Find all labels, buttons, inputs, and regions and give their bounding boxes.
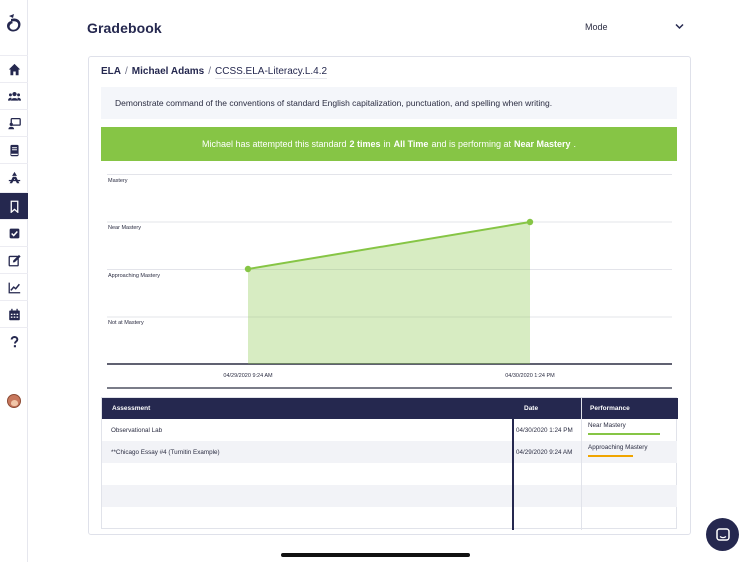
assessment-date: 04/30/2020 1:24 PM [516,427,573,434]
chat-icon [715,527,730,541]
sidebar-item-standards[interactable] [0,192,28,219]
table-row[interactable]: **Chicago Essay #4 (Turnitin Example) 04/… [102,441,677,463]
page-title: Gradebook [87,20,162,36]
banner-attempts: 2 times [349,139,381,149]
data-point[interactable] [526,218,534,226]
sidebar-item-design[interactable] [0,163,28,190]
y-axis-label: Not at Mastery [108,320,144,326]
performance-bar [588,433,660,435]
assessment-date: 04/29/2020 9:24 AM [516,449,573,456]
table-row [102,463,677,485]
sidebar-item-classes[interactable] [0,109,28,136]
sidebar-item-students[interactable] [0,82,28,109]
assessment-table: Assessment Date Performance Observationa… [101,397,678,530]
performance-level: Approaching Mastery [588,444,648,451]
series-area [248,222,530,364]
users-icon [7,91,21,101]
banner-suffix-pre: and is performing at [431,139,511,149]
sidebar-item-home[interactable] [0,55,28,82]
table-row [102,507,677,529]
bookmark-icon [10,200,18,213]
header-date[interactable]: Date [524,405,538,412]
x-axis-label: 04/29/2020 9:24 AM [223,373,273,379]
chat-button[interactable] [706,518,739,551]
table-row[interactable]: Observational Lab 04/30/2020 1:24 PM Near … [102,419,677,441]
sidebar-item-calendar[interactable] [0,300,28,327]
breadcrumb: ELA / Michael Adams / CCSS.ELA-Literacy.L.4.… [101,66,328,79]
banner-prefix: Michael has attempted this standard [201,139,347,149]
header-performance[interactable]: Performance [590,405,630,412]
pen-nib-icon [8,171,20,183]
mode-dropdown-label[interactable]: Mode [585,22,608,32]
breadcrumb-standard: CCSS.ELA-Literacy.L.4.2 [215,66,328,79]
breadcrumb-student[interactable]: Michael Adams [132,66,204,77]
data-point[interactable] [244,265,252,273]
breadcrumb-separator: / [125,66,128,77]
y-axis-label: Approaching Mastery [108,272,160,279]
teacher-icon [7,117,21,129]
sidebar-item-curriculum[interactable] [0,136,28,163]
y-axis-label: Near Mastery [108,225,142,231]
chevron-down-icon[interactable] [675,23,684,30]
performance-bar [588,455,633,457]
book-icon [9,144,19,156]
banner-level: Near Mastery [514,139,571,149]
column-divider [512,398,514,530]
x-axis-label: 04/30/2020 1:24 PM [505,373,555,379]
standard-description: Demonstrate command of the conventions o… [101,87,677,119]
chart-line-icon [8,282,20,293]
table-header: Assessment Date Performance [102,398,678,419]
assessment-name[interactable]: **Chicago Essay #4 (Turnitin Example) [111,449,220,456]
app-logo-icon[interactable] [5,13,23,35]
banner-period: All Time [393,139,429,149]
table-row [102,485,677,507]
assessment-name[interactable]: Observational Lab [111,427,162,434]
sidebar [0,0,28,562]
home-indicator [281,553,470,557]
banner-suffix: . [573,139,577,149]
calendar-icon [8,308,20,320]
y-axis-label: Mastery [108,177,128,184]
performance-banner: Michael has attempted this standard 2 ti… [101,127,677,161]
breadcrumb-separator: / [208,66,211,77]
edit-icon [8,254,21,266]
sidebar-item-reports[interactable] [0,273,28,300]
mastery-chart-svg [107,174,672,389]
question-icon [10,335,18,347]
user-avatar[interactable] [7,394,21,408]
banner-mid: in [383,139,391,149]
sidebar-item-edit[interactable] [0,246,28,273]
sidebar-item-assignments[interactable] [0,219,28,246]
sidebar-item-help[interactable] [0,327,28,354]
checkbox-icon [9,228,19,238]
header-assessment[interactable]: Assessment [112,405,150,412]
column-divider [581,398,582,530]
breadcrumb-subject[interactable]: ELA [101,66,121,77]
home-icon [8,63,20,75]
performance-level: Near Mastery [588,422,626,429]
mastery-chart: Not at Mastery Approaching Mastery Near Ma… [101,168,678,390]
